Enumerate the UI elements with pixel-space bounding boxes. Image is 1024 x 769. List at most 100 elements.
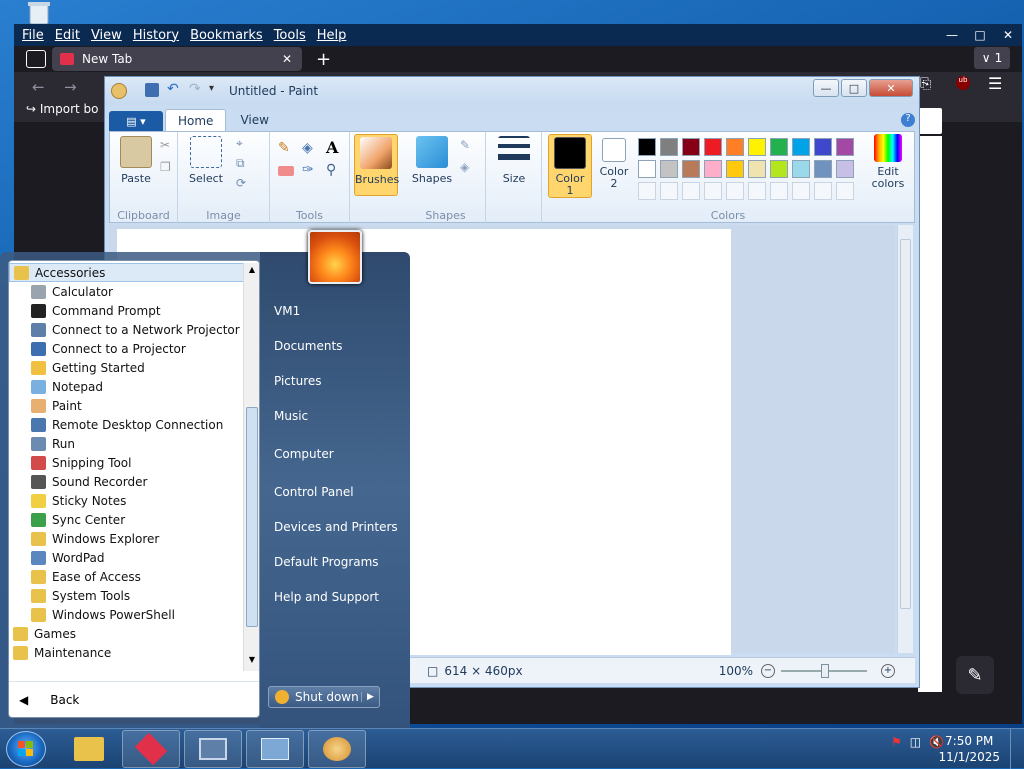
magnifier-icon[interactable]: ⚲ bbox=[326, 162, 336, 178]
paste-button[interactable]: Paste bbox=[114, 136, 158, 185]
palette-empty-swatch[interactable] bbox=[770, 182, 788, 200]
palette-empty-swatch[interactable] bbox=[748, 182, 766, 200]
palette-swatch[interactable] bbox=[638, 138, 656, 156]
clock[interactable]: 7:50 PM 11/1/2025 bbox=[938, 733, 1000, 765]
outline-icon[interactable]: ✎ bbox=[460, 138, 470, 152]
quick-access-dropdown-icon[interactable]: ▾ bbox=[209, 83, 214, 94]
program-item[interactable]: Connect to a Network Projector bbox=[9, 320, 245, 339]
program-item[interactable]: Calculator bbox=[9, 282, 245, 301]
scroll-down-icon[interactable]: ▼ bbox=[246, 655, 258, 667]
palette-swatch[interactable] bbox=[748, 138, 766, 156]
zoom-slider-thumb[interactable] bbox=[821, 663, 829, 678]
palette-empty-swatch[interactable] bbox=[682, 182, 700, 200]
palette-empty-swatch[interactable] bbox=[792, 182, 810, 200]
tab-close-icon[interactable]: ✕ bbox=[282, 52, 292, 66]
program-item[interactable]: Command Prompt bbox=[9, 301, 245, 320]
palette-swatch[interactable] bbox=[748, 160, 766, 178]
color2-button[interactable]: Color 2 bbox=[592, 134, 636, 190]
program-item[interactable]: Notepad bbox=[9, 377, 245, 396]
taskbar-paint[interactable] bbox=[308, 730, 366, 768]
program-item[interactable]: Getting Started bbox=[9, 358, 245, 377]
start-link[interactable]: VM1 bbox=[274, 304, 300, 318]
palette-swatch[interactable] bbox=[792, 160, 810, 178]
subfolder-item[interactable]: Windows PowerShell bbox=[9, 605, 245, 624]
copy-icon[interactable]: ❐ bbox=[160, 160, 171, 174]
action-center-flag-icon[interactable]: ⚑ bbox=[891, 735, 902, 749]
palette-swatch[interactable] bbox=[638, 160, 656, 178]
taskbar-projector[interactable] bbox=[246, 730, 304, 768]
sidebar-button[interactable] bbox=[918, 108, 942, 134]
program-item[interactable]: Sticky Notes bbox=[9, 491, 245, 510]
palette-swatch[interactable] bbox=[836, 160, 854, 178]
rotate-icon[interactable]: ⟳ bbox=[236, 176, 246, 190]
canvas-vertical-scrollbar[interactable] bbox=[897, 225, 913, 653]
program-item[interactable]: Sync Center bbox=[9, 510, 245, 529]
close-icon[interactable]: ✕ bbox=[994, 24, 1022, 46]
resize-icon[interactable]: ⧉ bbox=[236, 156, 245, 171]
menu-edit[interactable]: Edit bbox=[55, 28, 80, 43]
palette-swatch[interactable] bbox=[770, 160, 788, 178]
program-item[interactable]: Paint bbox=[9, 396, 245, 415]
import-bookmarks-link[interactable]: Import bo bbox=[40, 102, 99, 116]
fill-bucket-icon[interactable]: ◈ bbox=[302, 140, 313, 156]
start-link[interactable]: Help and Support bbox=[274, 590, 379, 604]
recycle-bin-icon[interactable] bbox=[22, 2, 56, 26]
start-link[interactable]: Computer bbox=[274, 447, 334, 461]
maximize-icon[interactable]: □ bbox=[841, 79, 867, 97]
palette-swatch[interactable] bbox=[814, 160, 832, 178]
program-item[interactable]: Run bbox=[9, 434, 245, 453]
palette-empty-swatch[interactable] bbox=[660, 182, 678, 200]
close-icon[interactable]: ✕ bbox=[869, 79, 913, 97]
program-item[interactable]: Remote Desktop Connection bbox=[9, 415, 245, 434]
color-picker-icon[interactable]: ✑ bbox=[302, 162, 314, 178]
palette-swatch[interactable] bbox=[726, 160, 744, 178]
minimize-icon[interactable]: — bbox=[938, 24, 966, 46]
tab-view[interactable]: View bbox=[228, 109, 280, 131]
program-item[interactable]: Sound Recorder bbox=[9, 472, 245, 491]
start-link[interactable]: Control Panel bbox=[274, 485, 354, 499]
palette-empty-swatch[interactable] bbox=[814, 182, 832, 200]
select-button[interactable]: Select bbox=[184, 136, 228, 185]
menu-history[interactable]: History bbox=[133, 28, 179, 43]
palette-empty-swatch[interactable] bbox=[726, 182, 744, 200]
pencil-icon[interactable]: ✎ bbox=[278, 140, 290, 156]
tab-overflow-button[interactable]: ∨ 1 bbox=[974, 47, 1010, 69]
folder-accessories[interactable]: Accessories bbox=[9, 263, 245, 282]
subfolder-item[interactable]: Ease of Access bbox=[9, 567, 245, 586]
palette-swatch[interactable] bbox=[682, 160, 700, 178]
taskbar-browser[interactable] bbox=[122, 730, 180, 768]
scrollbar-thumb[interactable] bbox=[900, 239, 911, 609]
taskbar-remote-desktop[interactable] bbox=[184, 730, 242, 768]
user-avatar[interactable] bbox=[308, 230, 362, 284]
palette-swatch[interactable] bbox=[660, 160, 678, 178]
folder-item[interactable]: Games bbox=[9, 624, 245, 643]
forward-arrow-icon[interactable]: → bbox=[64, 78, 77, 96]
hamburger-menu-icon[interactable]: ☰ bbox=[988, 74, 1002, 93]
program-item[interactable]: Snipping Tool bbox=[9, 453, 245, 472]
show-desktop-button[interactable] bbox=[1010, 729, 1024, 769]
menu-bookmarks[interactable]: Bookmarks bbox=[190, 28, 263, 43]
scroll-up-icon[interactable]: ▲ bbox=[246, 265, 258, 277]
maximize-icon[interactable]: □ bbox=[966, 24, 994, 46]
tab-home[interactable]: Home bbox=[165, 109, 227, 131]
palette-swatch[interactable] bbox=[682, 138, 700, 156]
palette-swatch[interactable] bbox=[836, 138, 854, 156]
shutdown-options-icon[interactable]: ▶ bbox=[361, 692, 379, 702]
subfolder-item[interactable]: System Tools bbox=[9, 586, 245, 605]
color1-button[interactable]: Color 1 bbox=[548, 134, 592, 198]
save-icon[interactable] bbox=[145, 83, 159, 97]
zoom-out-icon[interactable]: − bbox=[761, 663, 775, 678]
menu-help[interactable]: Help bbox=[317, 28, 347, 43]
back-button[interactable]: ◀ Back bbox=[9, 681, 259, 717]
palette-swatch[interactable] bbox=[726, 138, 744, 156]
program-item[interactable]: WordPad bbox=[9, 548, 245, 567]
brushes-button[interactable]: Brushes bbox=[354, 134, 399, 196]
palette-empty-swatch[interactable] bbox=[638, 182, 656, 200]
ublock-icon[interactable]: ub bbox=[956, 76, 970, 90]
start-button[interactable] bbox=[6, 731, 46, 767]
shapes-button[interactable]: Shapes bbox=[410, 136, 454, 185]
redo-icon[interactable]: ↷ bbox=[189, 81, 201, 97]
program-item[interactable]: Connect to a Projector bbox=[9, 339, 245, 358]
scrollbar-thumb[interactable] bbox=[246, 407, 258, 627]
zoom-in-icon[interactable]: + bbox=[881, 663, 895, 678]
